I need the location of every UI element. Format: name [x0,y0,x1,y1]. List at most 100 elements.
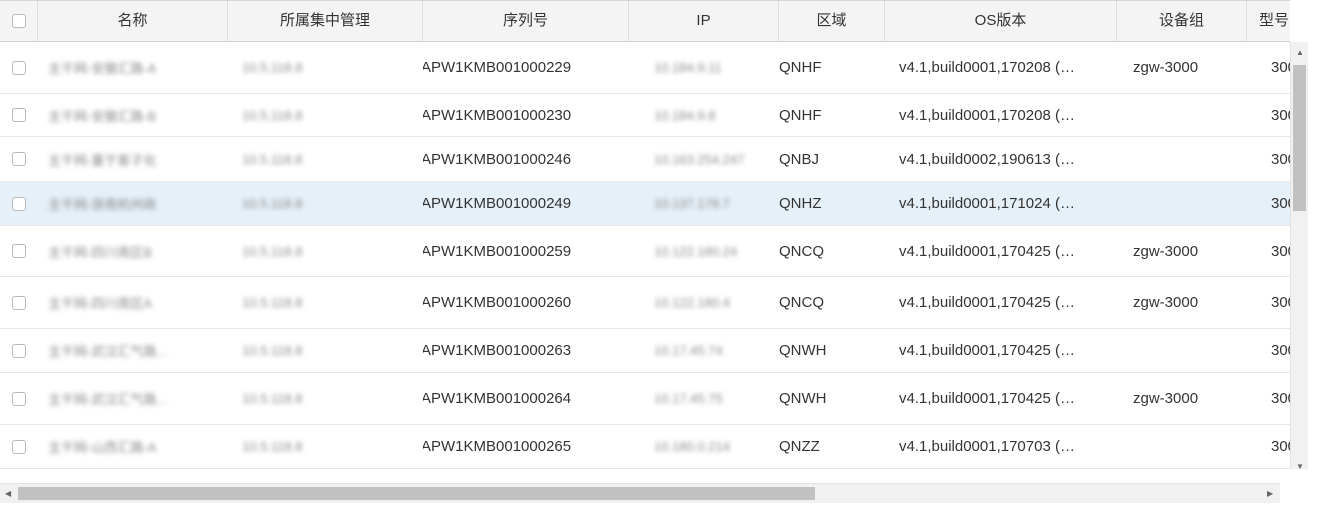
cell-region-text: QNWH [779,342,827,359]
cell-model: 300 [1247,373,1290,424]
row-checkbox[interactable] [12,244,26,258]
cell-model-text: 300 [1271,294,1290,311]
cell-name: 主干网-四川南区A [38,277,228,328]
cell-os-version-text: v4.1,build0001,170425 (… [899,294,1075,311]
cell-serial: APW1KMB001000230 [423,94,629,136]
cell-name: 主干网-武汉汇气路... [38,329,228,372]
column-header-os-version[interactable]: OS版本 [885,1,1117,41]
cell-model-text: 300 [1271,106,1290,124]
cell-serial-text: APW1KMB001000246 [423,150,572,168]
cell-serial-text: APW1KMB001000260 [423,294,572,311]
table-row[interactable]: 主干网-浙南杭州政 10.5.118.8 APW1KMB001000249 10.13… [0,182,1290,226]
cell-manager-text: 10.5.118.8 [242,295,303,310]
row-select-cell[interactable] [0,277,38,328]
cell-name: 主干网-山西汇路-A [38,425,228,468]
horizontal-scrollbar[interactable]: ◀ ▶ [0,483,1280,503]
table-row[interactable]: 主干网-山西汇路-A 10.5.118.8 APW1KMB001000265 10.1… [0,425,1290,469]
row-select-cell[interactable] [0,425,38,468]
column-header-serial[interactable]: 序列号 [423,1,629,41]
cell-ip: 10.137.178.7 [629,182,779,225]
row-checkbox[interactable] [12,152,26,166]
table-row[interactable]: 主干网-董于客子化 10.5.118.8 APW1KMB001000246 10.16… [0,137,1290,182]
vertical-scrollbar[interactable]: ▲ ▼ [1290,42,1308,471]
cell-manager: 10.5.118.8 [228,42,423,93]
table-row[interactable]: 主干网-安徽汇路-B 10.5.118.8 APW1KMB001000230 10.1… [0,94,1290,137]
cell-os-version: v4.1,build0001,170208 (… [885,94,1117,136]
row-checkbox[interactable] [12,108,26,122]
cell-model-text: 300 [1271,150,1290,168]
cell-manager: 10.5.118.8 [228,425,423,468]
row-checkbox[interactable] [12,60,26,75]
cell-region: QNHZ [779,182,885,225]
row-checkbox[interactable] [12,343,26,358]
row-checkbox[interactable] [12,391,26,406]
cell-model-text: 300 [1271,390,1290,407]
row-select-cell[interactable] [0,42,38,93]
column-header-manager[interactable]: 所属集中管理 [228,1,423,41]
table-row[interactable]: 主干网-安徽汇路-A 10.5.118.8 APW1KMB001000229 10.1… [0,42,1290,94]
table-row[interactable]: 主干网-武汉汇气路... 10.5.118.8 APW1KMB001000263 10… [0,329,1290,373]
cell-model: 300 [1247,182,1290,225]
cell-model: 300 [1247,425,1290,468]
column-header-model[interactable]: 型号 [1247,1,1290,41]
row-checkbox[interactable] [12,295,26,310]
scroll-right-icon[interactable]: ▶ [1267,489,1273,499]
device-grid: 名称 所属集中管理 序列号 IP 区域 OS版本 设备组 型号 主干网-安徽汇路… [0,0,1337,512]
cell-ip-text: 10.184.9.11 [654,60,722,75]
cell-device-group: zgw-3000 [1117,373,1247,424]
cell-device-group: zgw-3000 [1117,42,1247,93]
table-row[interactable]: 主干网-四川南区A 10.5.118.8 APW1KMB001000260 10.12… [0,277,1290,329]
cell-serial: APW1KMB001000263 [423,329,629,372]
row-select-cell[interactable] [0,373,38,424]
cell-ip-text: 10.180.0.214 [654,439,730,454]
cell-region: QNZZ [779,425,885,468]
cell-name-text: 主干网-安徽汇路-A [48,61,157,76]
cell-manager: 10.5.118.8 [228,373,423,424]
row-select-cell[interactable] [0,182,38,225]
cell-name: 主干网-四川南区B [38,226,228,276]
vertical-scroll-thumb[interactable] [1293,65,1306,211]
horizontal-scroll-thumb[interactable] [18,487,815,500]
column-header-name[interactable]: 名称 [38,1,228,41]
row-select-cell[interactable] [0,226,38,276]
table-row[interactable]: 主干网-武汉汇气路... 10.5.118.8 APW1KMB001000264 10… [0,373,1290,425]
row-checkbox[interactable] [12,196,26,211]
cell-manager-text: 10.5.118.8 [242,151,303,167]
column-header-device-group[interactable]: 设备组 [1117,1,1247,41]
cell-ip-text: 10.17.45.75 [654,391,723,406]
cell-region-text: QNCQ [779,242,824,260]
cell-manager-text: 10.5.118.8 [242,196,303,211]
cell-device-group-text: zgw-3000 [1133,242,1199,260]
header-select-all[interactable] [0,1,38,41]
cell-model-text: 300 [1271,195,1290,212]
row-select-cell[interactable] [0,94,38,136]
scroll-left-icon[interactable]: ◀ [5,489,11,499]
cell-region-text: QNWH [779,390,827,407]
cell-device-group: zgw-3000 [1117,277,1247,328]
cell-name: 主干网-浙南杭州政 [38,182,228,225]
scroll-up-icon[interactable]: ▲ [1296,48,1304,58]
row-checkbox[interactable] [12,439,26,454]
row-select-cell[interactable] [0,137,38,181]
cell-ip: 10.163.254.247 [629,137,779,181]
cell-os-version-text: v4.1,build0001,170425 (… [899,342,1075,359]
table-row[interactable]: 主干网-四川南区B 10.5.118.8 APW1KMB001000259 10.12… [0,226,1290,277]
cell-manager-text: 10.5.118.8 [242,439,303,454]
column-header-ip[interactable]: IP [629,1,779,41]
cell-ip-text: 10.122.180.4 [654,295,730,310]
cell-model: 300 [1247,94,1290,136]
cell-ip-text: 10.184.9.8 [654,107,716,123]
select-all-checkbox[interactable] [12,14,26,28]
cell-device-group [1117,182,1247,225]
cell-os-version: v4.1,build0001,170425 (… [885,277,1117,328]
column-header-region[interactable]: 区域 [779,1,885,41]
cell-ip-text: 10.137.178.7 [654,196,730,211]
cell-model-text: 300 [1271,59,1290,76]
cell-region: QNWH [779,329,885,372]
cell-name: 主干网-安徽汇路-A [38,42,228,93]
cell-model: 300 [1247,42,1290,93]
cell-region-text: QNCQ [779,294,824,311]
grid-body: 主干网-安徽汇路-A 10.5.118.8 APW1KMB001000229 10.1… [0,42,1290,469]
row-select-cell[interactable] [0,329,38,372]
cell-serial-text: APW1KMB001000264 [423,390,572,407]
